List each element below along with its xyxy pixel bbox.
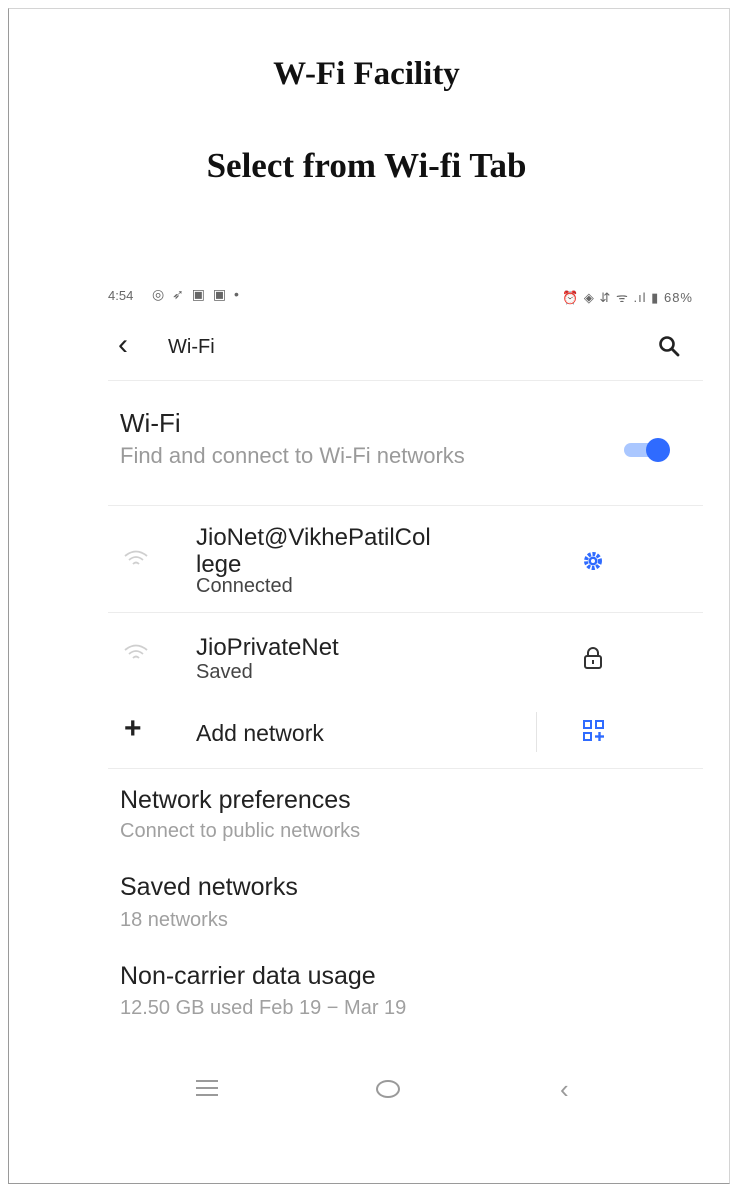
wifi-toggle-switch[interactable] [624,436,672,464]
data-usage-subtitle: 12.50 GB used Feb 19 − Mar 19 [120,997,407,1019]
data-usage-title: Non-carrier data usage [120,962,376,990]
wifi-signal-icon [124,550,148,565]
network-status: Saved [196,661,253,683]
vertical-divider [536,712,537,752]
network-name-line1: JioNet@VikhePatilCol [196,524,431,551]
page-heading: W-Fi Facility [273,56,460,92]
network-name-line2: lege [196,551,242,578]
divider [108,505,703,506]
add-network-label: Add network [196,720,324,746]
lock-icon[interactable] [582,646,604,670]
saved-networks-subtitle: 18 networks [120,909,228,931]
network-status: Connected [196,575,293,597]
saved-networks-title: Saved networks [120,873,298,901]
qr-code-icon[interactable] [583,720,605,742]
wifi-toggle-title: Wi-Fi [120,408,181,438]
network-row-saved[interactable]: JioPrivateNet Saved [108,630,693,690]
wifi-top-bar: ‹ Wi-Fi [108,326,693,370]
network-name: JioPrivateNet [196,634,339,661]
recent-apps-icon[interactable] [196,1080,218,1101]
system-status-icons: ⏰ ◈ ⇵ ᯤ .ıl ▮ [562,290,660,305]
toggle-knob [646,438,670,462]
back-icon[interactable]: ‹ [560,1074,569,1105]
network-row-connected[interactable]: JioNet@VikhePatilCol lege Connected [108,520,693,605]
status-bar: 4:54 ◎ ➶ ▣ ▣ • ⏰ ◈ ⇵ ᯤ .ıl ▮ 68% [108,284,693,308]
divider [108,768,703,769]
divider [108,612,703,613]
system-icons: ⏰ ◈ ⇵ ᯤ .ıl ▮ 68% [562,288,693,306]
wifi-signal-icon [124,644,148,659]
screen-title: Wi-Fi [168,336,215,358]
home-icon[interactable] [376,1080,400,1098]
network-preferences-subtitle: Connect to public networks [120,820,361,842]
page-subheading: Select from Wi-fi Tab [206,146,527,185]
add-network-row[interactable]: + Add network [108,708,693,758]
gear-icon[interactable] [582,550,604,572]
battery-percent: 68% [663,290,693,305]
navigation-bar: ‹ [160,1070,620,1114]
search-icon[interactable] [657,334,681,358]
network-preferences-title: Network preferences [120,786,351,814]
status-time: 4:54 [108,288,134,303]
wifi-toggle-subtitle: Find and connect to Wi-Fi networks [120,443,465,468]
plus-icon: + [124,712,142,745]
divider [108,380,703,381]
chevron-left-icon[interactable]: ‹ [118,330,128,360]
notification-icons: ◎ ➶ ▣ ▣ • [152,286,241,302]
